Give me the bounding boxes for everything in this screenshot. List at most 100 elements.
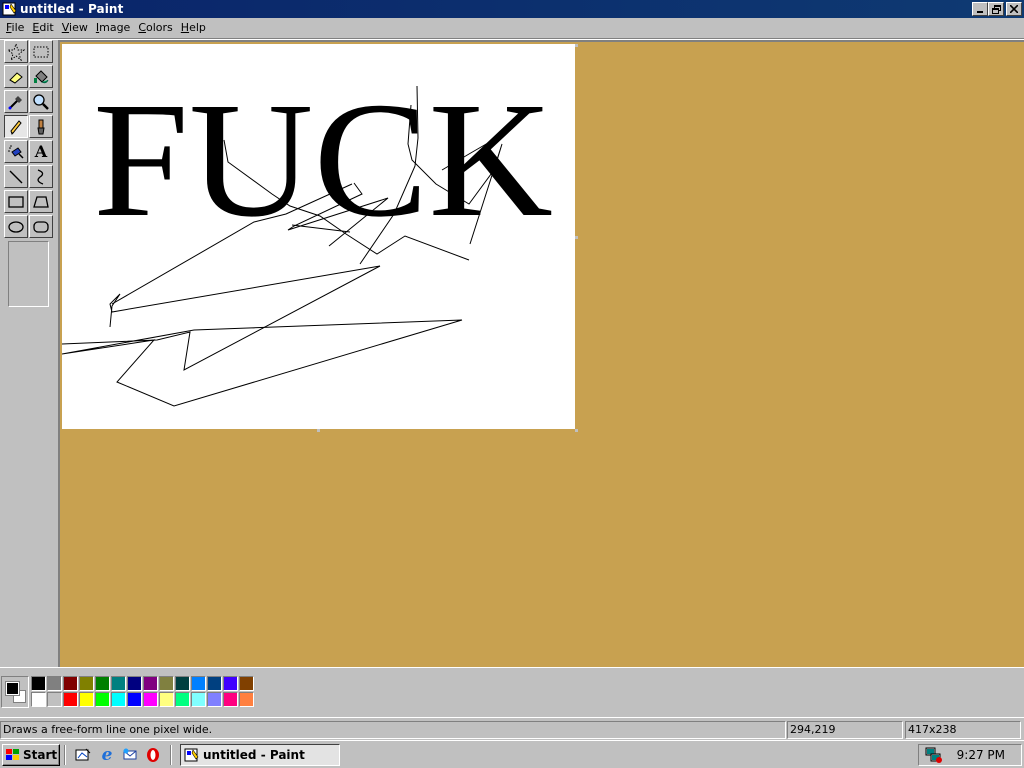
palette-swatch[interactable] xyxy=(95,676,110,691)
ie-glyph: e xyxy=(101,745,113,765)
tool-eraser[interactable] xyxy=(4,65,28,88)
show-desktop-glyph xyxy=(75,748,91,761)
palette-swatch[interactable] xyxy=(191,676,206,691)
tool-polygon[interactable] xyxy=(29,190,53,213)
menu-image-rest: mage xyxy=(99,21,131,34)
palette-swatch[interactable] xyxy=(207,676,222,691)
status-help-text: Draws a free-form line one pixel wide. xyxy=(0,721,786,739)
palette-swatch[interactable] xyxy=(111,676,126,691)
text-icon: A xyxy=(34,141,48,161)
palette-swatch[interactable] xyxy=(63,692,78,707)
palette-swatch[interactable] xyxy=(79,692,94,707)
title-bar[interactable]: untitled - Paint xyxy=(0,0,1024,18)
palette-swatch[interactable] xyxy=(79,676,94,691)
canvas-drawing: FUCK xyxy=(62,68,553,407)
menu-bar: File Edit View Image Colors Help xyxy=(0,18,1024,38)
minimize-button[interactable] xyxy=(972,2,988,16)
color-box xyxy=(0,667,1024,717)
tool-ellipse[interactable] xyxy=(4,215,28,238)
taskbar: Start e untitled - Paint 9:27 PM xyxy=(0,740,1024,768)
palette-swatch[interactable] xyxy=(239,676,254,691)
drawing-canvas[interactable]: FUCK xyxy=(62,44,575,429)
system-tray: 9:27 PM xyxy=(918,744,1022,766)
restore-button[interactable] xyxy=(988,2,1004,16)
palette-swatch[interactable] xyxy=(95,692,110,707)
menu-view-rest: iew xyxy=(69,21,88,34)
opera-icon[interactable] xyxy=(144,746,162,764)
palette-swatch[interactable] xyxy=(47,692,62,707)
palette-swatch[interactable] xyxy=(31,676,46,691)
resize-handle[interactable] xyxy=(575,236,578,239)
start-button[interactable]: Start xyxy=(2,744,60,766)
palette-swatch[interactable] xyxy=(239,692,254,707)
menu-edit-rest: dit xyxy=(39,21,54,34)
paint-app-icon xyxy=(184,748,199,762)
menu-edit[interactable]: Edit xyxy=(28,19,57,37)
menu-colors-rest: olors xyxy=(146,21,173,34)
palette-swatch[interactable] xyxy=(175,676,190,691)
palette-swatch[interactable] xyxy=(143,676,158,691)
palette-swatch[interactable] xyxy=(223,676,238,691)
palette-swatch[interactable] xyxy=(175,692,190,707)
task-button-paint[interactable]: untitled - Paint xyxy=(180,744,340,766)
ellipse-icon xyxy=(8,220,24,233)
tool-text[interactable]: A xyxy=(29,140,53,163)
tool-pick-color[interactable] xyxy=(4,90,28,113)
menu-help[interactable]: Help xyxy=(177,19,210,37)
tool-line[interactable] xyxy=(4,165,28,188)
tool-curve[interactable] xyxy=(29,165,53,188)
menu-file-rest: ile xyxy=(11,21,25,34)
palette-swatch[interactable] xyxy=(63,676,78,691)
palette-swatch[interactable] xyxy=(47,676,62,691)
tool-rectangle[interactable] xyxy=(4,190,28,213)
status-cursor-position: 294,219 xyxy=(787,721,903,739)
tool-magnifier[interactable] xyxy=(29,90,53,113)
resize-handle[interactable] xyxy=(575,44,578,47)
tool-fill[interactable] xyxy=(29,65,53,88)
toolbox: A xyxy=(0,40,58,667)
menu-image[interactable]: Image xyxy=(92,19,134,37)
polygon-icon xyxy=(33,195,49,208)
resize-handle[interactable] xyxy=(317,429,320,432)
palette-swatch[interactable] xyxy=(143,692,158,707)
task-button-label: untitled - Paint xyxy=(203,748,305,762)
tool-free-form-select[interactable] xyxy=(4,40,28,63)
status-bar: Draws a free-form line one pixel wide. 2… xyxy=(0,717,1024,740)
brush-icon xyxy=(37,119,45,134)
workspace[interactable]: FUCK xyxy=(58,40,1024,667)
menu-colors[interactable]: Colors xyxy=(134,19,176,37)
palette-swatch[interactable] xyxy=(127,676,142,691)
palette-swatch[interactable] xyxy=(127,692,142,707)
menu-file[interactable]: File xyxy=(2,19,28,37)
tool-select[interactable] xyxy=(29,40,53,63)
palette-swatch[interactable] xyxy=(159,676,174,691)
eraser-icon xyxy=(9,71,23,84)
tool-airbrush[interactable] xyxy=(4,140,28,163)
palette-swatch[interactable] xyxy=(191,692,206,707)
show-desktop-icon[interactable] xyxy=(74,746,92,764)
pencil-icon xyxy=(10,119,22,135)
tool-rounded-rectangle[interactable] xyxy=(29,215,53,238)
palette-swatch[interactable] xyxy=(223,692,238,707)
resize-handle[interactable] xyxy=(575,429,578,432)
menu-view[interactable]: View xyxy=(58,19,92,37)
palette-swatch[interactable] xyxy=(111,692,126,707)
palette-swatch[interactable] xyxy=(31,692,46,707)
tool-brush[interactable] xyxy=(29,115,53,138)
line-icon xyxy=(9,170,23,183)
canvas-big-text: FUCK xyxy=(93,68,553,251)
close-button[interactable] xyxy=(1006,2,1022,16)
tool-options-box[interactable] xyxy=(8,241,49,307)
airbrush-icon xyxy=(8,144,24,159)
color-indicator[interactable] xyxy=(1,676,29,708)
rect-select-icon xyxy=(33,46,49,57)
internet-explorer-icon[interactable]: e xyxy=(98,746,116,764)
tool-pencil[interactable] xyxy=(4,115,28,138)
star-select-icon xyxy=(7,42,25,61)
palette-swatch[interactable] xyxy=(159,692,174,707)
clock[interactable]: 9:27 PM xyxy=(957,748,1005,762)
network-icon[interactable] xyxy=(925,746,943,767)
outlook-express-icon[interactable] xyxy=(121,746,139,764)
taskbar-separator xyxy=(64,745,66,765)
palette-swatch[interactable] xyxy=(207,692,222,707)
